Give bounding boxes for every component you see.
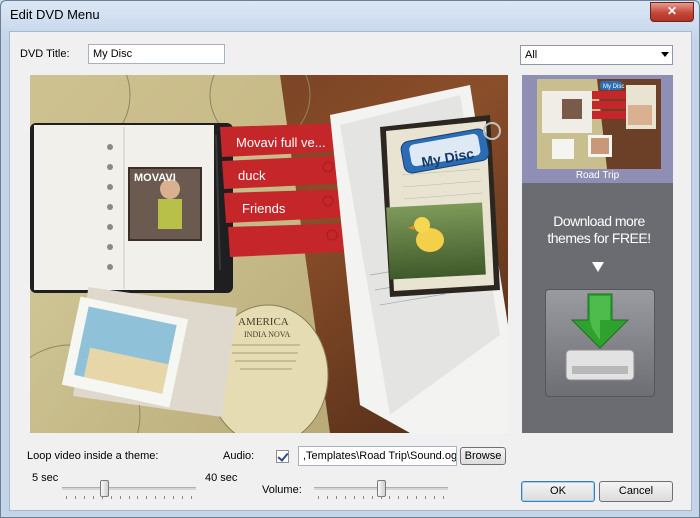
volume-label: Volume: (262, 484, 302, 496)
volume-slider[interactable] (314, 480, 448, 500)
slider-tick (137, 496, 138, 499)
slider-tick (363, 496, 364, 499)
slider-tick (318, 496, 319, 499)
window-title: Edit DVD Menu (10, 7, 100, 22)
theme-filter-dropdown[interactable]: All (520, 45, 673, 65)
slider-tick (407, 496, 408, 499)
themes-panel: My Disc Road Trip Download more themes f… (522, 75, 673, 433)
audio-checkbox[interactable] (276, 450, 289, 463)
dvd-title-input[interactable] (88, 44, 225, 64)
logo-text: MOVAVI (134, 172, 176, 184)
download-themes-button[interactable] (545, 289, 655, 397)
volume-slider-thumb[interactable] (377, 480, 386, 497)
slider-tick (381, 496, 382, 499)
slider-tick (354, 496, 355, 499)
slider-tick (173, 496, 174, 499)
slider-tick (111, 496, 112, 499)
audio-path-field[interactable]: ,Templates\Road Trip\Sound.ogg (298, 446, 457, 466)
map-text-india: INDIA NOVA (244, 330, 291, 339)
loop-max-label: 40 sec (205, 472, 238, 484)
menu-item-1: Movavi full ve... (236, 135, 326, 150)
slider-tick (372, 496, 373, 499)
slider-tick (434, 496, 435, 499)
loop-slider-track (62, 487, 196, 490)
loop-min-label: 5 sec (32, 472, 59, 484)
chevron-down-icon (661, 52, 669, 57)
slider-tick (102, 496, 103, 499)
dialog-body: DVD Title: All (9, 31, 692, 511)
slider-tick (336, 496, 337, 499)
loop-slider-thumb[interactable] (100, 480, 109, 497)
download-icon (565, 293, 635, 381)
slider-tick (155, 496, 156, 499)
slider-tick (164, 496, 165, 499)
slider-tick (443, 496, 444, 499)
audio-path-value: ,Templates\Road Trip\Sound.ogg (303, 450, 457, 462)
slider-tick (425, 496, 426, 499)
preview-scene: AMERICA INDIA NOVA MOVAVI Movavi full ve… (30, 75, 508, 433)
slider-tick (66, 496, 67, 499)
slider-tick (129, 496, 130, 499)
theme-thumbnail-image: My Disc (522, 75, 673, 183)
loop-label: Loop video inside a theme: (27, 450, 159, 462)
ok-button[interactable]: OK (521, 481, 595, 502)
slider-tick (327, 496, 328, 499)
close-icon: ✕ (666, 4, 678, 18)
audio-label: Audio: (223, 450, 255, 462)
slider-tick (75, 496, 76, 499)
arrow-down-icon (592, 262, 604, 272)
slider-tick (345, 496, 346, 499)
slider-tick (191, 496, 192, 499)
slider-tick (416, 496, 417, 499)
title-bar[interactable]: Edit DVD Menu ✕ (1, 1, 699, 27)
menu-item-2: duck (238, 168, 266, 183)
close-button[interactable]: ✕ (650, 2, 694, 22)
theme-name: Road Trip (575, 170, 620, 181)
download-themes-text[interactable]: Download more themes for FREE! (544, 213, 654, 247)
slider-tick (120, 496, 121, 499)
checkmark-icon (277, 450, 289, 462)
slider-tick (398, 496, 399, 499)
map-text-america: AMERICA (238, 316, 289, 328)
slider-tick (84, 496, 85, 499)
menu-preview: AMERICA INDIA NOVA MOVAVI Movavi full ve… (30, 75, 508, 433)
theme-thumbnail-road-trip[interactable]: My Disc Road Trip (522, 75, 673, 183)
menu-item-3: Friends (242, 201, 286, 216)
cancel-button[interactable]: Cancel (599, 481, 673, 502)
slider-tick (182, 496, 183, 499)
edit-dvd-menu-window: Edit DVD Menu ✕ DVD Title: All (0, 0, 700, 518)
loop-duration-slider[interactable] (62, 480, 196, 500)
dvd-title-label: DVD Title: (20, 48, 70, 60)
thumb-tag-text: My Disc (603, 84, 624, 90)
slider-tick (389, 496, 390, 499)
slider-tick (146, 496, 147, 499)
slider-tick (93, 496, 94, 499)
theme-filter-value: All (525, 49, 538, 61)
browse-button[interactable]: Browse (460, 447, 506, 465)
